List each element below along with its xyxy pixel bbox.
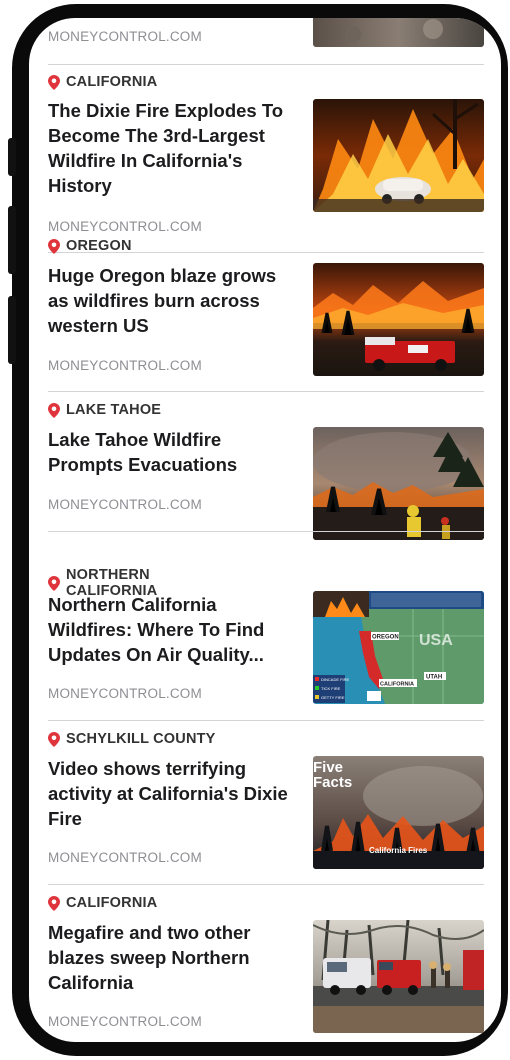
headline[interactable]: The Dixie Fire Explodes To Become The 3r… [48, 98, 296, 198]
thumbnail-five-facts[interactable]: Five Facts California Fires [313, 756, 484, 869]
location-tag: CALIFORNIA [48, 74, 157, 90]
news-feed-screen: MONEYCONTROL.COM CALIFORNIA The Dixie Fi… [29, 18, 501, 1042]
source-label: MONEYCONTROL.COM [48, 850, 202, 865]
location-pin-icon [48, 402, 60, 418]
source-label: MONEYCONTROL.COM [48, 358, 202, 373]
headline[interactable]: Huge Oregon blaze grows as wildfires bur… [48, 263, 296, 338]
divider [48, 531, 484, 532]
divider [48, 720, 484, 721]
location-pin-icon [48, 895, 60, 911]
map-label-utah: UTAH [426, 675, 442, 681]
source-label: MONEYCONTROL.COM [48, 1014, 202, 1029]
location-text: LAKE TAHOE [66, 402, 162, 418]
headline[interactable]: Northern California Wildfires: Where To … [48, 592, 296, 667]
location-pin-icon [48, 238, 60, 254]
location-tag: CALIFORNIA [48, 895, 157, 911]
thumbnail-firefighter[interactable] [313, 427, 484, 540]
location-text: CALIFORNIA [66, 895, 158, 911]
divider [48, 884, 484, 885]
headline[interactable]: Video shows terrifying activity at Calif… [48, 756, 296, 831]
location-tag: LAKE TAHOE [48, 402, 161, 418]
thumbnail-wildfire-map[interactable]: USA OREGON UTAH CALIFORNIA DINCADE FIRE … [313, 591, 484, 704]
location-tag: OREGON [48, 238, 132, 254]
location-pin-icon [48, 731, 60, 747]
thumbnail-fire-truck[interactable] [313, 263, 484, 376]
map-label-california: CALIFORNIA [380, 682, 414, 688]
map-label-oregon: OREGON [372, 635, 399, 641]
location-tag: SCHYLKILL COUNTY [48, 731, 216, 747]
legend-label: GETTY FIRE [321, 695, 345, 700]
location-text: OREGON [66, 238, 132, 254]
thumb-caption: California Fires [369, 846, 428, 855]
thumb-heading: Facts [313, 774, 352, 791]
volume-up-button [8, 206, 16, 274]
legend-label: DINCADE FIRE [321, 677, 350, 682]
location-pin-icon [48, 74, 60, 90]
source-label: MONEYCONTROL.COM [48, 219, 202, 234]
legend-label: TICK FIRE [321, 686, 341, 691]
map-label-usa: USA [419, 632, 453, 649]
thumbnail-house-fire[interactable] [313, 99, 484, 212]
divider [48, 64, 484, 65]
divider [48, 391, 484, 392]
mute-switch [8, 138, 16, 176]
location-text: SCHYLKILL COUNTY [66, 731, 216, 747]
source-label: MONEYCONTROL.COM [48, 29, 202, 44]
location-pin-icon [48, 575, 60, 591]
location-text: CALIFORNIA [66, 74, 158, 90]
volume-down-button [8, 296, 16, 364]
thumbnail-partial[interactable] [313, 18, 484, 47]
headline[interactable]: Lake Tahoe Wildfire Prompts Evacuations [48, 427, 296, 477]
headline[interactable]: Megafire and two other blazes sweep Nort… [48, 920, 296, 995]
source-label: MONEYCONTROL.COM [48, 686, 202, 701]
source-label: MONEYCONTROL.COM [48, 497, 202, 512]
thumbnail-fire-trucks[interactable] [313, 920, 484, 1033]
